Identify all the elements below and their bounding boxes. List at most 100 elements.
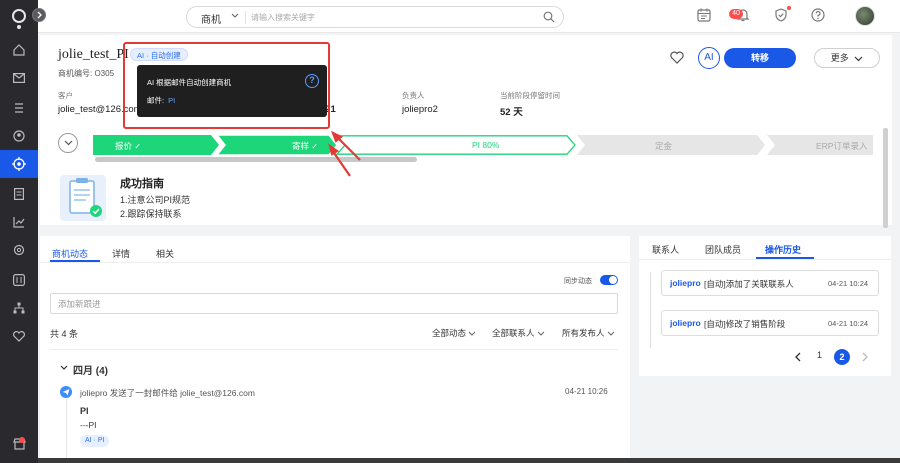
sidebar-collapse-button[interactable] <box>32 8 46 22</box>
history-item: joliepro [自动]修改了销售阶段 04-21 10:24 <box>661 310 879 336</box>
help-icon[interactable] <box>811 8 825 22</box>
chevron-right-icon <box>37 11 42 19</box>
sidebar-item-store[interactable] <box>0 430 38 458</box>
annotation-highlight-box <box>123 42 330 129</box>
tab-activity[interactable]: 商机动态 <box>52 247 88 260</box>
store-badge <box>19 437 25 443</box>
tab-operation-history[interactable]: 操作历史 <box>765 243 801 256</box>
chevron-left-icon[interactable] <box>794 352 802 362</box>
tab-related[interactable]: 相关 <box>156 247 174 260</box>
sidebar-item-opportunity[interactable] <box>0 150 38 178</box>
filter-all-contacts[interactable]: 全部联系人 <box>492 327 545 339</box>
stage-pi[interactable] <box>335 135 576 155</box>
sidebar-item-home[interactable] <box>0 36 38 64</box>
filter-all-activity[interactable]: 全部动态 <box>432 327 476 339</box>
home-icon <box>13 44 25 56</box>
settings-icon <box>13 244 25 256</box>
stage-sample[interactable] <box>216 135 338 155</box>
divider <box>50 349 618 350</box>
stage-erp-label: ERP订单录入 <box>816 141 868 151</box>
activity-count: 共 4 条 <box>50 329 79 339</box>
mail-subject[interactable]: PI <box>80 406 89 416</box>
stage-deposit-label: 定金 <box>655 141 673 151</box>
add-follow-up-input[interactable] <box>50 293 618 314</box>
sidebar-item-mail[interactable] <box>0 64 38 92</box>
owner-label: 负责人 <box>402 91 425 100</box>
logo-icon <box>12 9 26 29</box>
chevron-down-icon[interactable] <box>231 13 239 19</box>
favorite-heart-icon[interactable] <box>670 51 684 64</box>
ai-assistant-button[interactable]: AI <box>698 47 720 69</box>
contacts-icon <box>13 130 25 142</box>
header-scrollbar[interactable] <box>883 128 888 228</box>
stage-scrollbar[interactable] <box>95 157 417 162</box>
filter-all-publishers[interactable]: 所有发布人 <box>562 327 615 339</box>
sidebar-item-ai[interactable] <box>0 266 38 294</box>
send-mail-icon <box>60 386 72 398</box>
chevron-down-icon <box>607 331 614 336</box>
month-group-header[interactable]: 四月 (4) <box>73 362 108 377</box>
chart-icon <box>13 217 25 228</box>
search-icon[interactable] <box>543 11 555 23</box>
stage-quote[interactable] <box>93 135 219 155</box>
sidebar-item-favorites[interactable] <box>0 322 38 350</box>
feed-timeline <box>66 399 67 463</box>
shield-alert-dot <box>787 6 791 10</box>
shield-icon[interactable] <box>774 8 788 22</box>
sidebar-item-tasks[interactable] <box>0 94 38 122</box>
active-tab-indicator <box>756 257 814 259</box>
history-user[interactable]: joliepro <box>670 318 701 328</box>
tab-team-members[interactable]: 团队成员 <box>705 243 741 256</box>
sync-activity-label: 同步动态 <box>564 278 592 285</box>
ai-icon <box>13 274 25 286</box>
history-text: [自动]修改了销售阶段 <box>704 319 786 329</box>
stage-duration-label: 当前阶段停留时间 <box>500 91 560 100</box>
sidebar-item-documents[interactable] <box>0 180 38 208</box>
filter-label: 全部联系人 <box>492 328 535 338</box>
stage-duration-value: 52 天 <box>500 107 523 118</box>
history-timeline <box>650 272 651 348</box>
chevron-down-icon[interactable] <box>60 365 68 371</box>
opportunity-title: jolie_test_PI <box>58 47 129 62</box>
stage-collapse-button[interactable] <box>58 133 78 153</box>
history-user[interactable]: joliepro <box>670 278 701 288</box>
tab-details[interactable]: 详情 <box>112 247 130 260</box>
guide-title: 成功指南 <box>120 178 164 190</box>
chevron-down-icon <box>64 140 73 146</box>
notification-badge: 40 <box>729 9 743 19</box>
sidebar-item-settings[interactable] <box>0 236 38 264</box>
bottom-edge <box>38 458 900 463</box>
tab-contacts[interactable]: 联系人 <box>652 243 679 256</box>
page-current-button[interactable]: 2 <box>834 349 850 365</box>
sidebar-item-reports[interactable] <box>0 208 38 236</box>
chevron-right-icon[interactable] <box>861 352 869 362</box>
sync-activity-toggle[interactable] <box>600 275 618 285</box>
filter-label: 所有发布人 <box>562 328 605 338</box>
paper-plane-icon <box>62 389 70 396</box>
guide-item: 1.注意公司PI规范 <box>120 195 191 205</box>
mail-body: ---PI <box>80 420 97 430</box>
search-type-select[interactable]: 商机 <box>201 11 221 26</box>
history-text: [自动]添加了关联联系人 <box>704 279 794 289</box>
search-input[interactable] <box>251 9 531 25</box>
sidebar <box>0 0 38 463</box>
page-1-button[interactable]: 1 <box>817 350 822 360</box>
stage-quote-label: 报价 ✓ <box>115 141 142 151</box>
filter-label: 全部动态 <box>432 328 467 338</box>
document-icon <box>14 188 24 200</box>
guide-item: 2.跟踪保持联系 <box>120 209 182 219</box>
more-button[interactable]: 更多 <box>814 48 880 68</box>
guide-document-icon <box>60 175 106 221</box>
transfer-button[interactable]: 转移 <box>724 48 796 68</box>
target-icon <box>12 157 26 171</box>
history-time: 04-21 10:24 <box>828 279 869 288</box>
user-avatar[interactable] <box>855 6 875 26</box>
sidebar-item-org[interactable] <box>0 294 38 322</box>
calendar-icon[interactable] <box>697 8 711 22</box>
sidebar-item-contacts[interactable] <box>0 122 38 150</box>
org-icon <box>13 302 25 314</box>
mail-tags: AI · PI <box>80 435 110 447</box>
active-tab-indicator <box>50 260 100 262</box>
feed-entry-text: joliepro 发送了一封邮件给 jolie_test@126.com <box>80 388 255 398</box>
global-search: 商机 <box>186 6 564 28</box>
